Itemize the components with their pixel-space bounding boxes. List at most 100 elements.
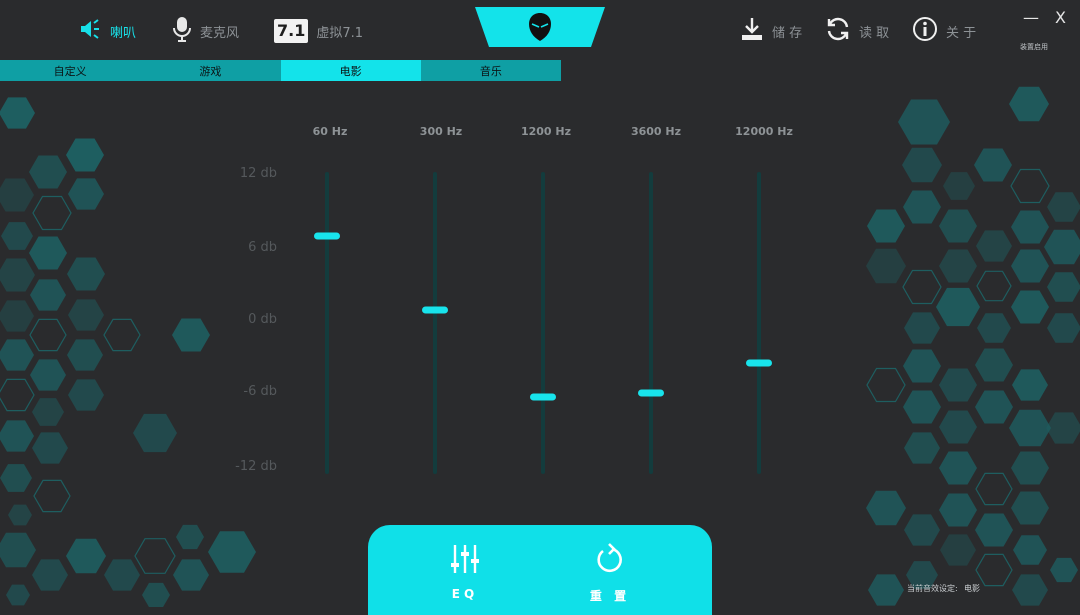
sliders-icon — [450, 543, 480, 579]
hexagon-shape — [1047, 272, 1080, 302]
hexagon-shape — [940, 534, 976, 566]
hexagon-shape — [1012, 574, 1048, 606]
hexagon-shape — [903, 390, 941, 424]
minimize-button[interactable]: — — [1023, 8, 1039, 27]
about-button[interactable]: 关 于 — [912, 14, 976, 48]
hexagon-shape — [1, 222, 33, 250]
info-icon — [912, 16, 938, 46]
hexagon-shape — [208, 531, 256, 573]
hexagon-shape — [939, 493, 977, 527]
hexagon-shape — [134, 538, 176, 574]
eq-slider-track[interactable] — [541, 172, 545, 474]
preset-tab-music[interactable]: 音乐 — [421, 60, 561, 81]
hexagon-shape — [32, 398, 64, 426]
hexagon-shape — [68, 379, 104, 411]
hexagon-shape — [173, 559, 209, 591]
hexagon-shape — [904, 432, 940, 464]
hexagon-shape — [943, 172, 975, 200]
hexagon-shape — [903, 349, 941, 383]
hexagon-shape — [67, 257, 105, 291]
db-label: 12 db — [239, 166, 277, 181]
band-freq-label: 1200 Hz — [520, 125, 572, 138]
status-value: 电影 — [964, 584, 980, 593]
hexagon-shape — [67, 339, 103, 371]
reset-icon — [595, 543, 625, 579]
hexagon-shape — [68, 178, 104, 210]
hexagon-shape — [904, 514, 940, 546]
hexagon-shape — [974, 148, 1012, 182]
hexagon-shape — [1011, 491, 1049, 525]
hexagon-shape — [1046, 412, 1080, 444]
eq-slider-thumb[interactable] — [422, 306, 448, 314]
hexagon-shape — [939, 451, 977, 485]
eq-slider-thumb[interactable] — [530, 393, 556, 401]
hexagon-shape — [975, 553, 1013, 587]
hexagon-shape — [1011, 249, 1049, 283]
preset-tab-game[interactable]: 游戏 — [140, 60, 280, 81]
eq-slider-thumb[interactable] — [746, 359, 772, 367]
hexagon-shape — [1009, 409, 1051, 447]
reset-button-label: 重 置 — [589, 589, 631, 603]
eq-slider-track[interactable] — [649, 172, 653, 474]
hexagon-shape — [1010, 168, 1050, 204]
hexagon-shape — [902, 269, 942, 305]
hexagon-shape — [29, 155, 67, 189]
load-label: 读 取 — [859, 25, 890, 41]
hexagon-shape — [1011, 451, 1049, 485]
hexagon-shape — [32, 559, 68, 591]
hexagon-shape — [0, 339, 34, 371]
eq-slider-thumb[interactable] — [314, 232, 340, 240]
speaker-tab[interactable]: 喇叭 — [78, 14, 136, 48]
hexagon-shape — [939, 249, 977, 283]
hexagon-shape — [30, 359, 66, 391]
load-button[interactable]: 读 取 — [825, 14, 889, 48]
status-label: 当前音效设定: — [907, 584, 958, 593]
save-button[interactable]: 储 存 — [740, 14, 802, 48]
hexagon-shape — [936, 287, 980, 327]
eq-slider-track[interactable] — [757, 172, 761, 474]
hexagon-shape — [977, 313, 1011, 343]
hexagon-shape — [66, 138, 104, 172]
hexagon-shape — [66, 538, 106, 574]
hexagon-shape — [1047, 192, 1080, 222]
hexagon-shape — [6, 584, 30, 606]
reset-button[interactable]: 重 置 — [570, 543, 650, 613]
preset-tab-custom[interactable]: 自定义 — [0, 60, 140, 81]
hexagon-shape — [68, 299, 104, 331]
refresh-icon — [825, 16, 851, 46]
hexagon-shape — [103, 318, 141, 352]
close-button[interactable]: X — [1055, 8, 1066, 27]
virtual-71-label: 虚拟7.1 — [316, 25, 364, 41]
hexagon-shape — [1012, 369, 1048, 401]
db-label: 0 db — [248, 312, 277, 327]
speaker-label: 喇叭 — [110, 25, 137, 41]
about-label: 关 于 — [946, 25, 977, 41]
preset-tab-movie[interactable]: 电影 — [280, 60, 421, 81]
hexagon-shape — [176, 524, 204, 550]
hexagon-shape — [939, 209, 977, 243]
hexagon-shape — [29, 318, 67, 352]
hexagon-shape — [1009, 86, 1049, 122]
hexagon-shape — [1013, 535, 1047, 565]
bottom-action-panel: EQ 重 置 — [368, 525, 712, 615]
hexagon-shape — [0, 532, 36, 568]
eq-button[interactable]: EQ — [425, 543, 505, 613]
eq-slider-track[interactable] — [433, 172, 437, 474]
hexagon-shape — [976, 230, 1012, 262]
preset-tab-bar: 自定义 游戏 电影 音乐 — [0, 60, 561, 81]
hexagon-shape — [0, 258, 35, 292]
save-label: 储 存 — [772, 25, 803, 41]
device-label: 装置启用 — [1020, 43, 1048, 51]
db-label: -6 db — [243, 384, 277, 399]
eq-slider-thumb[interactable] — [638, 389, 664, 397]
hexagon-shape — [975, 390, 1013, 424]
hexagon-shape — [866, 248, 906, 284]
eq-slider-track[interactable] — [325, 172, 329, 474]
mic-tab[interactable]: 麦克风 — [172, 14, 239, 48]
microphone-icon — [172, 16, 192, 46]
hexagon-shape — [0, 97, 35, 129]
hexagon-shape — [866, 367, 906, 403]
hexagon-shape — [32, 432, 68, 464]
virtual-71-tab[interactable]: 7.1 虚拟7.1 — [274, 14, 363, 48]
brand-logo — [475, 7, 605, 47]
